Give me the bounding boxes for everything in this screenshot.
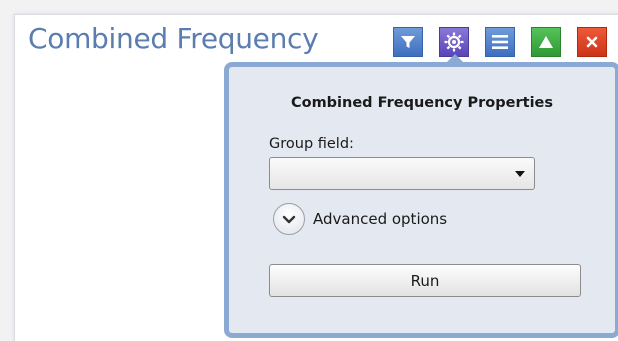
viewport: Combined Frequency Combined Frequency Pr…: [0, 0, 618, 341]
dropdown-arrow-icon: [515, 171, 525, 177]
triangle-up-icon: [539, 36, 553, 48]
settings-button[interactable]: [439, 27, 469, 57]
run-button[interactable]: Run: [269, 264, 581, 297]
advanced-options-toggle[interactable]: [273, 203, 305, 235]
properties-popup: Combined Frequency Properties Group fiel…: [224, 62, 618, 338]
group-field-label: Group field:: [269, 136, 354, 152]
filter-button[interactable]: [393, 27, 423, 57]
close-icon: [586, 36, 598, 48]
list-button[interactable]: [485, 27, 515, 57]
chevron-down-icon: [282, 215, 296, 224]
list-icon: [492, 35, 508, 49]
close-button[interactable]: [577, 27, 607, 57]
group-field-select[interactable]: [269, 157, 535, 190]
maximize-button[interactable]: [531, 27, 561, 57]
panel-title: Combined Frequency: [28, 22, 319, 55]
filter-icon: [401, 36, 415, 48]
gear-icon: [444, 32, 464, 52]
advanced-options-label[interactable]: Advanced options: [313, 210, 447, 228]
properties-heading: Combined Frequency Properties: [290, 95, 554, 111]
